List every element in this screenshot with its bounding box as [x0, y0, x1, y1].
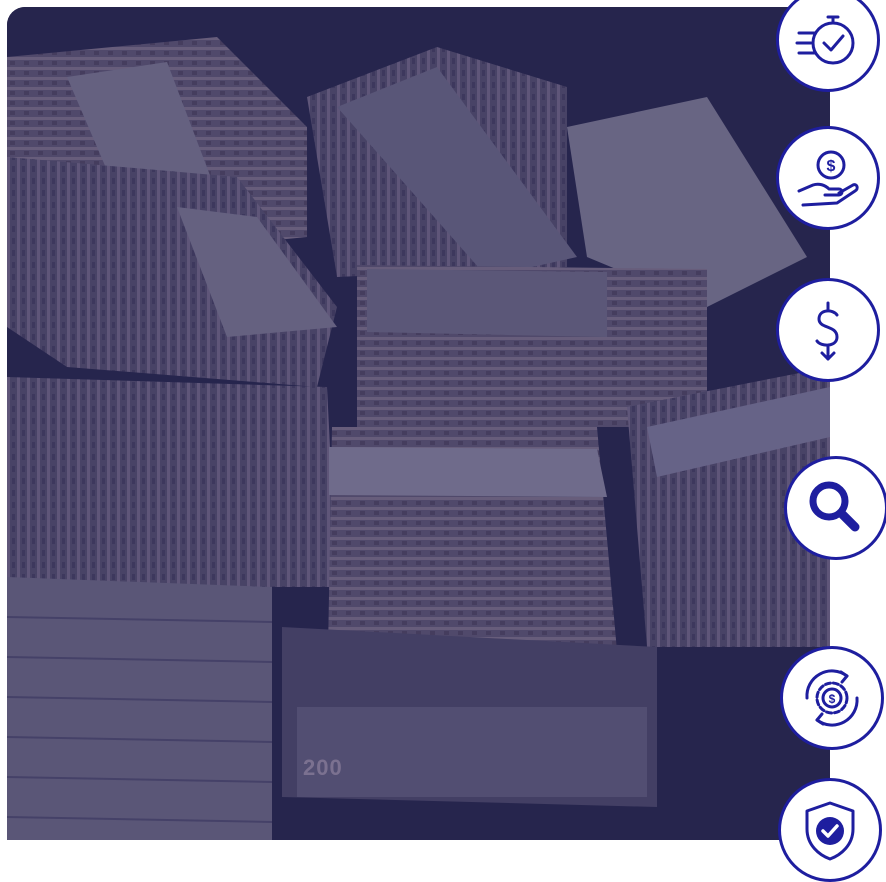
banknotes-photo: 200: [7, 7, 830, 840]
banknote-denomination: 200: [303, 755, 343, 780]
shield-check-icon[interactable]: [778, 778, 882, 882]
svg-text:$: $: [827, 158, 836, 175]
gear-dollar-icon[interactable]: $: [780, 646, 884, 750]
dollar-down-icon[interactable]: [776, 278, 880, 382]
hand-dollar-icon[interactable]: $: [776, 126, 880, 230]
svg-text:$: $: [829, 692, 836, 706]
search-icon[interactable]: [784, 456, 886, 560]
banknotes-illustration: [7, 7, 830, 840]
